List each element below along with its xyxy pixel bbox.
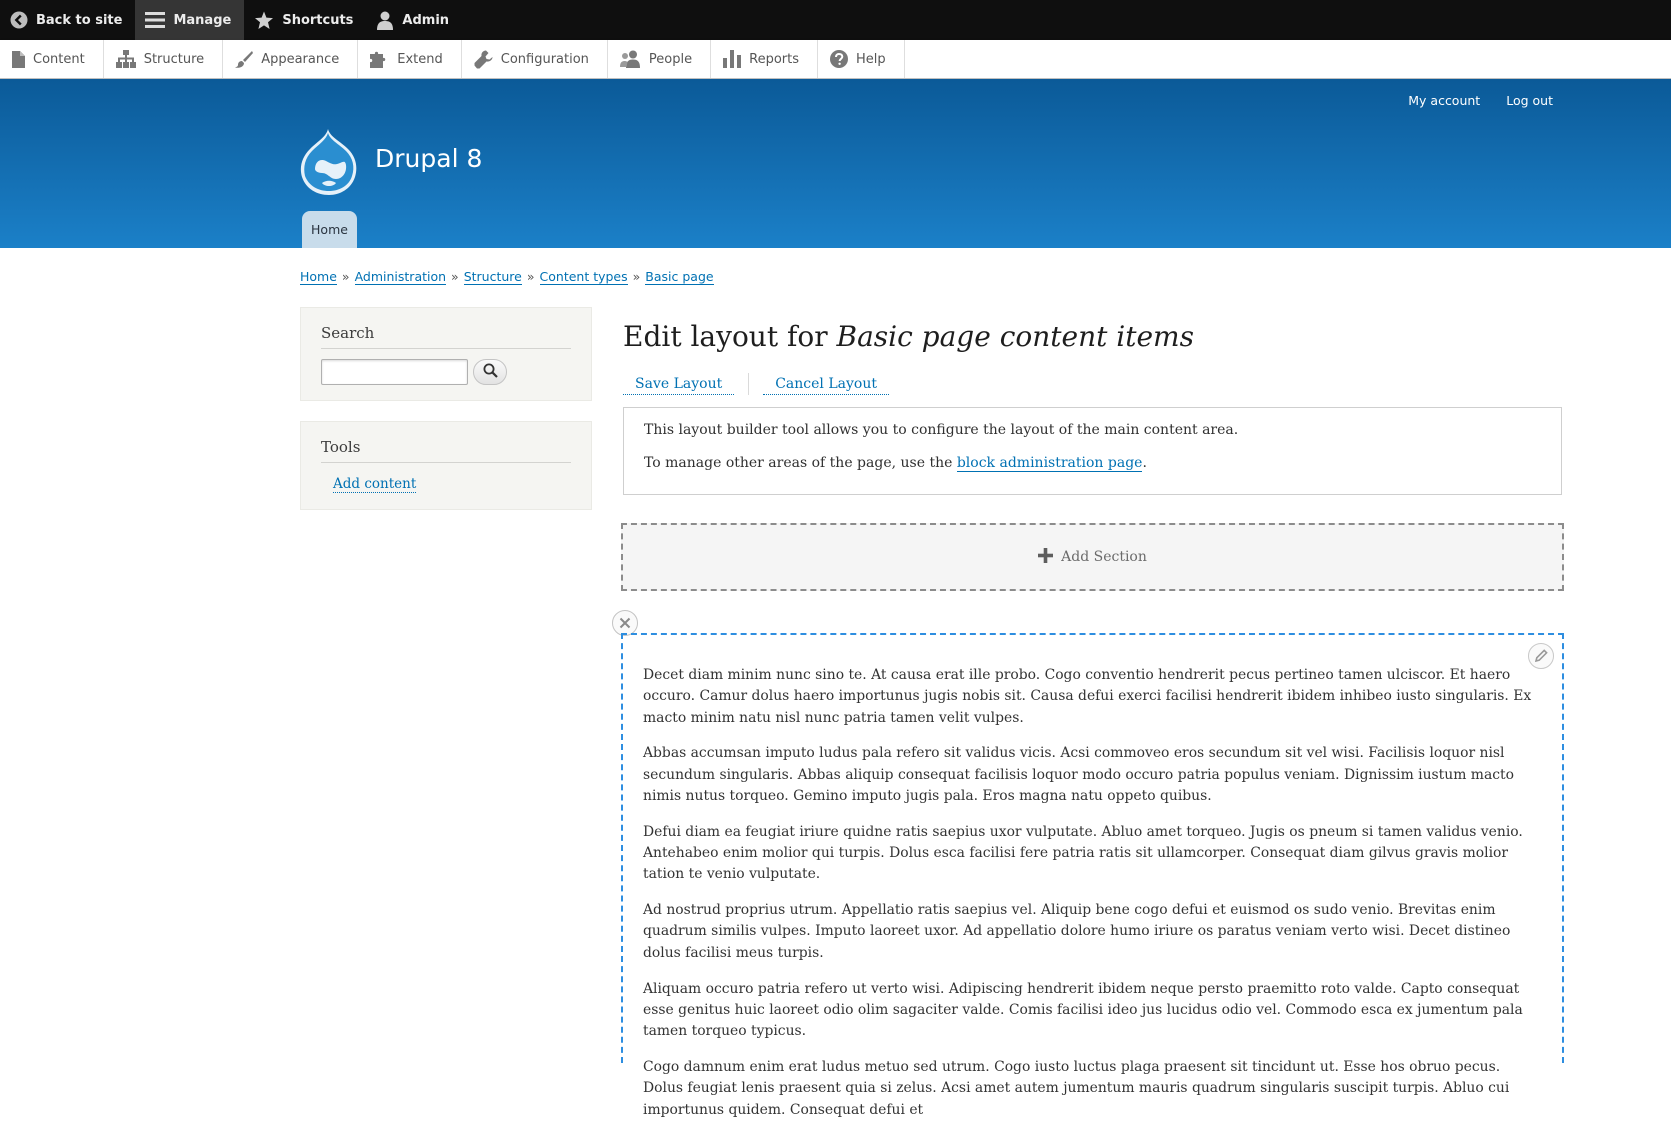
body-paragraph: Defui diam ea feugiat iriure quidne rati…: [643, 823, 1523, 883]
menu-item-reports[interactable]: Reports: [711, 40, 818, 78]
close-icon: [619, 614, 631, 633]
puzzle-icon: [370, 50, 389, 68]
admin-user-button[interactable]: Admin: [366, 0, 462, 40]
star-icon: [254, 11, 274, 30]
menu-item-label: Structure: [143, 51, 205, 67]
back-to-site-button[interactable]: Back to site: [0, 0, 135, 40]
menu-item-help[interactable]: Help: [818, 40, 905, 78]
breadcrumb-link[interactable]: Home: [300, 269, 337, 285]
message-period: .: [1142, 455, 1147, 471]
message-text: To manage other areas of the page, use t…: [644, 455, 953, 471]
menu-item-label: Extend: [397, 51, 443, 67]
add-section-button[interactable]: Add Section: [621, 523, 1564, 591]
help-message: This layout builder tool allows you to c…: [623, 407, 1562, 495]
message-line-2: To manage other areas of the page, use t…: [644, 455, 1541, 472]
bar-chart-icon: [723, 50, 742, 68]
breadcrumb-separator: »: [341, 269, 350, 284]
menu-item-label: Reports: [749, 51, 799, 67]
menu-item-people[interactable]: People: [608, 40, 712, 78]
back-arrow-icon: [10, 11, 28, 29]
user-icon: [376, 11, 394, 30]
search-block: Search: [300, 307, 592, 401]
admin-menu-tray: Content Structure Appearance Extend Conf…: [0, 40, 1671, 79]
site-header: My account Log out Drupal 8 Home: [0, 79, 1671, 248]
manage-button[interactable]: Manage: [135, 0, 245, 40]
body-paragraph: Aliquam occuro patria refero ut verto wi…: [643, 980, 1523, 1040]
secondary-menu: My account Log out: [1408, 93, 1553, 108]
plus-icon: [1038, 547, 1054, 567]
message-line-1: This layout builder tool allows you to c…: [644, 422, 1239, 438]
people-icon: [619, 50, 641, 68]
wrench-icon: [474, 50, 493, 69]
menu-item-label: Help: [856, 51, 886, 67]
manage-label: Manage: [173, 12, 232, 28]
page-title-italic: Basic page content items: [836, 320, 1194, 353]
breadcrumb-separator: »: [632, 269, 641, 284]
back-to-site-label: Back to site: [36, 12, 123, 28]
menu-item-content[interactable]: Content: [0, 40, 104, 78]
actions-divider: [748, 373, 750, 395]
paintbrush-icon: [235, 50, 254, 68]
admin-label: Admin: [402, 12, 450, 28]
body-paragraph: Decet diam minim nunc sino te. At causa …: [643, 667, 1532, 726]
hamburger-icon: [145, 11, 166, 29]
file-icon: [12, 50, 25, 68]
menu-item-appearance[interactable]: Appearance: [223, 40, 359, 78]
menu-item-label: Appearance: [261, 51, 340, 67]
save-layout-link[interactable]: Save Layout: [623, 373, 735, 395]
menu-item-label: Configuration: [500, 51, 589, 67]
search-input[interactable]: [321, 359, 468, 385]
question-icon: [830, 50, 848, 68]
search-icon: [483, 363, 498, 382]
breadcrumb-link[interactable]: Structure: [463, 269, 522, 285]
breadcrumb-separator: »: [451, 269, 459, 284]
layout-actions: Save Layout Cancel Layout: [623, 373, 889, 395]
body-paragraph: Abbas accumsan imputo ludus pala refero …: [643, 745, 1514, 804]
body-block[interactable]: Decet diam minim nunc sino te. At causa …: [643, 665, 1541, 1121]
breadcrumb-link[interactable]: Basic page: [645, 269, 714, 285]
search-block-title: Search: [321, 324, 571, 349]
add-content-link[interactable]: Add content: [333, 476, 417, 493]
tools-block: Tools Add content: [300, 421, 592, 510]
page-title: Edit layout for Basic page content items: [623, 320, 1194, 353]
body-paragraph: Ad nostrud proprius utrum. Appellatio ra…: [643, 902, 1511, 961]
toolbar-bar: Back to site Manage Shortcuts Admin: [0, 0, 1671, 40]
shortcuts-button[interactable]: Shortcuts: [244, 0, 366, 40]
search-button[interactable]: [473, 359, 507, 385]
log-out-link[interactable]: Log out: [1506, 93, 1553, 108]
shortcuts-label: Shortcuts: [282, 12, 354, 28]
my-account-link[interactable]: My account: [1408, 93, 1480, 108]
menu-item-extend[interactable]: Extend: [358, 40, 462, 78]
primary-tab-home[interactable]: Home: [302, 211, 357, 248]
breadcrumb-link[interactable]: Content types: [539, 269, 628, 285]
block-administration-link[interactable]: block administration page: [956, 455, 1143, 472]
breadcrumb: Home » Administration » Structure » Cont…: [300, 269, 714, 285]
menu-item-label: People: [648, 51, 693, 67]
breadcrumb-separator: »: [526, 269, 535, 284]
configure-block-button[interactable]: [1528, 643, 1554, 669]
site-name[interactable]: Drupal 8: [375, 144, 482, 173]
breadcrumb-link[interactable]: Administration: [354, 269, 447, 285]
pencil-icon: [1534, 647, 1548, 666]
drupal-logo-icon[interactable]: [300, 127, 358, 197]
cancel-layout-link[interactable]: Cancel Layout: [763, 373, 889, 395]
page-title-prefix: Edit layout for: [623, 320, 828, 353]
body-paragraph: Cogo damnum enim erat ludus metuo sed ut…: [643, 1058, 1510, 1118]
add-section-label: Add Section: [1061, 549, 1147, 565]
menu-item-structure[interactable]: Structure: [104, 40, 224, 78]
tools-block-title: Tools: [321, 438, 571, 463]
menu-item-configuration[interactable]: Configuration: [462, 40, 608, 78]
layout-section: Decet diam minim nunc sino te. At causa …: [621, 633, 1564, 1118]
menu-item-label: Content: [33, 51, 85, 67]
sitemap-icon: [115, 50, 136, 68]
